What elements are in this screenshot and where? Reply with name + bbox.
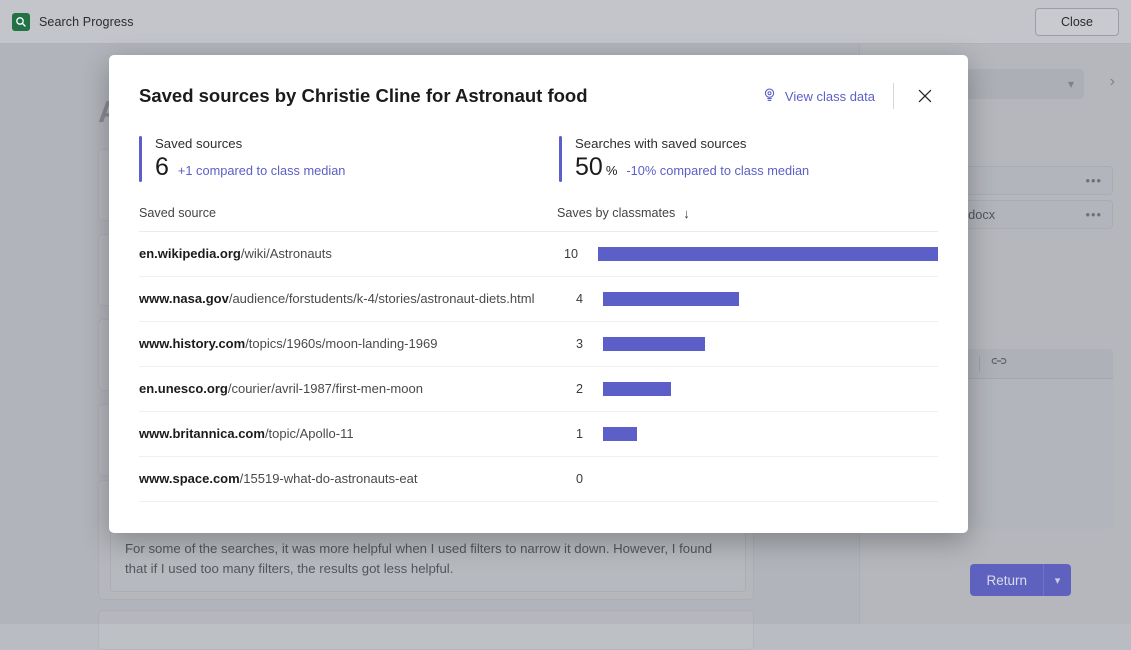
stat-value: 50 [575,153,603,182]
source-domain: www.britannica.com [139,426,265,441]
saves-count: 2 [557,382,583,396]
stat-delta: -10% compared to class median [626,163,809,178]
saves-bar [603,427,637,441]
column-header-saved-source[interactable]: Saved source [139,206,557,220]
source-url[interactable]: www.space.com/15519-what-do-astronauts-e… [139,471,557,486]
table-header-row: Saved source Saves by classmates ↓ [139,206,938,232]
table-row[interactable]: www.nasa.gov/audience/forstudents/k-4/st… [139,277,938,322]
table-row[interactable]: www.britannica.com/topic/Apollo-111 [139,412,938,457]
view-class-data-label: View class data [785,89,875,104]
saves-bar-wrap [603,427,637,441]
stat-unit: % [606,163,618,178]
saves-bar [603,382,671,396]
column-header-saves-by-classmates[interactable]: Saves by classmates ↓ [557,206,690,221]
saves-count: 4 [557,292,583,306]
column-header-label: Saves by classmates [557,206,675,220]
sort-descending-icon[interactable]: ↓ [683,206,690,221]
dialog-header-actions: View class data [762,83,938,109]
table-row[interactable]: www.space.com/15519-what-do-astronauts-e… [139,457,938,502]
app-title-bar: Search Progress Close [0,0,1131,44]
stat-accent-bar [559,136,562,182]
close-icon[interactable] [912,83,938,109]
table-row[interactable]: en.wikipedia.org/wiki/Astronauts10 [139,232,938,277]
lightbulb-icon [762,87,777,106]
source-domain: www.history.com [139,336,245,351]
stat-label: Saved sources [155,136,345,151]
search-icon [12,13,30,31]
table-body: en.wikipedia.org/wiki/Astronauts10www.na… [139,232,938,502]
app-branding: Search Progress [12,13,134,31]
source-url[interactable]: www.history.com/topics/1960s/moon-landin… [139,336,557,351]
saves-bar-wrap [598,247,938,261]
saves-bar [603,292,739,306]
source-path: /audience/forstudents/k-4/stories/astron… [229,291,535,306]
source-path: /courier/avril-1987/first-men-moon [228,381,423,396]
app-title-label: Search Progress [39,15,134,29]
saved-sources-dialog: Saved sources by Christie Cline for Astr… [109,55,968,533]
dialog-title: Saved sources by Christie Cline for Astr… [139,85,588,107]
source-domain: en.wikipedia.org [139,246,241,261]
source-url[interactable]: www.britannica.com/topic/Apollo-11 [139,426,557,441]
saves-count: 10 [552,247,578,261]
stat-searches-with-saved-sources: Searches with saved sources 50 % -10% co… [559,136,809,182]
saves-count: 3 [557,337,583,351]
source-path: /15519-what-do-astronauts-eat [240,471,418,486]
source-url[interactable]: www.nasa.gov/audience/forstudents/k-4/st… [139,291,557,306]
stat-label: Searches with saved sources [575,136,809,151]
saves-bar-wrap [603,337,705,351]
source-url[interactable]: en.wikipedia.org/wiki/Astronauts [139,246,552,261]
stat-accent-bar [139,136,142,182]
saves-bar [603,337,705,351]
saves-count: 0 [557,472,583,486]
stat-saved-sources: Saved sources 6 +1 compared to class med… [139,136,559,182]
source-domain: en.unesco.org [139,381,228,396]
table-row[interactable]: www.history.com/topics/1960s/moon-landin… [139,322,938,367]
source-path: /wiki/Astronauts [241,246,332,261]
saves-bar-wrap [603,292,739,306]
source-domain: www.nasa.gov [139,291,229,306]
header-divider [893,83,894,109]
table-row[interactable]: en.unesco.org/courier/avril-1987/first-m… [139,367,938,412]
source-url[interactable]: en.unesco.org/courier/avril-1987/first-m… [139,381,557,396]
close-button[interactable]: Close [1035,8,1119,36]
source-path: /topics/1960s/moon-landing-1969 [245,336,437,351]
saved-sources-table: Saved source Saves by classmates ↓ en.wi… [109,206,968,502]
saves-bar [598,247,938,261]
saves-bar-wrap [603,382,671,396]
stat-value: 6 [155,153,169,182]
source-domain: www.space.com [139,471,240,486]
stat-delta: +1 compared to class median [178,163,346,178]
saves-count: 1 [557,427,583,441]
summary-stats: Saved sources 6 +1 compared to class med… [109,109,968,182]
dialog-header: Saved sources by Christie Cline for Astr… [109,55,968,109]
source-path: /topic/Apollo-11 [265,426,354,441]
view-class-data-button[interactable]: View class data [762,87,875,106]
